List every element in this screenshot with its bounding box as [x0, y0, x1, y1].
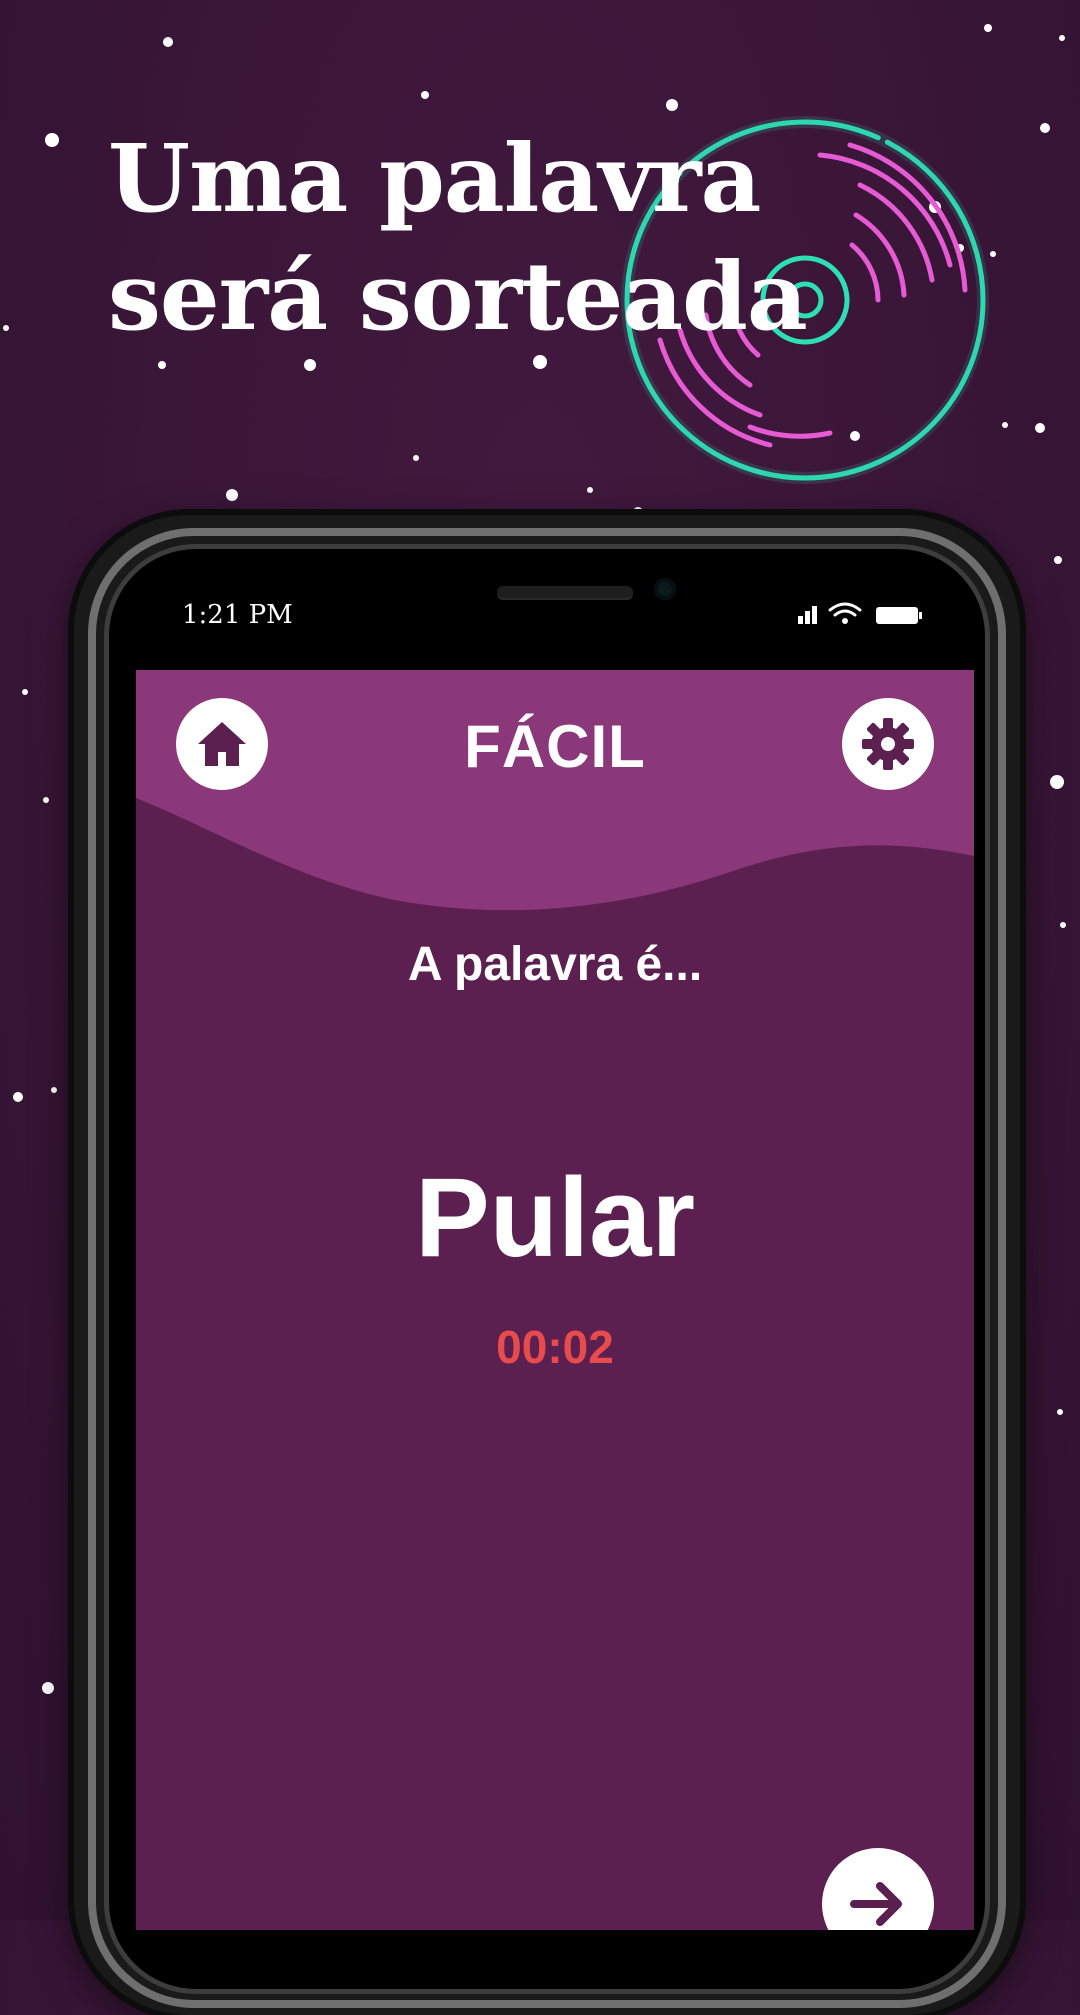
settings-button[interactable] — [842, 698, 934, 790]
drawn-word: Pular — [414, 1155, 696, 1280]
phone-camera — [654, 578, 676, 600]
gear-icon — [862, 718, 914, 770]
next-button[interactable] — [822, 1848, 934, 1930]
status-time: 1:21 PM — [182, 600, 293, 630]
signal-icon — [798, 606, 817, 624]
header-wave — [136, 670, 974, 911]
headline-line-1: Uma palavra — [108, 124, 761, 234]
arrow-right-icon — [850, 1882, 902, 1926]
status-icons — [798, 602, 922, 624]
headline: Uma palavra será sorteada — [108, 120, 808, 356]
phone-speaker — [497, 586, 633, 600]
wifi-icon — [828, 602, 862, 617]
battery-icon — [876, 607, 922, 624]
headline-line-2: será sorteada — [108, 242, 808, 352]
countdown-timer: 00:02 — [496, 1321, 614, 1373]
app-screen: FÁCIL A palavra é... Pular 00:02 — [136, 670, 974, 1930]
word-prompt: A palavra é... — [407, 938, 703, 991]
